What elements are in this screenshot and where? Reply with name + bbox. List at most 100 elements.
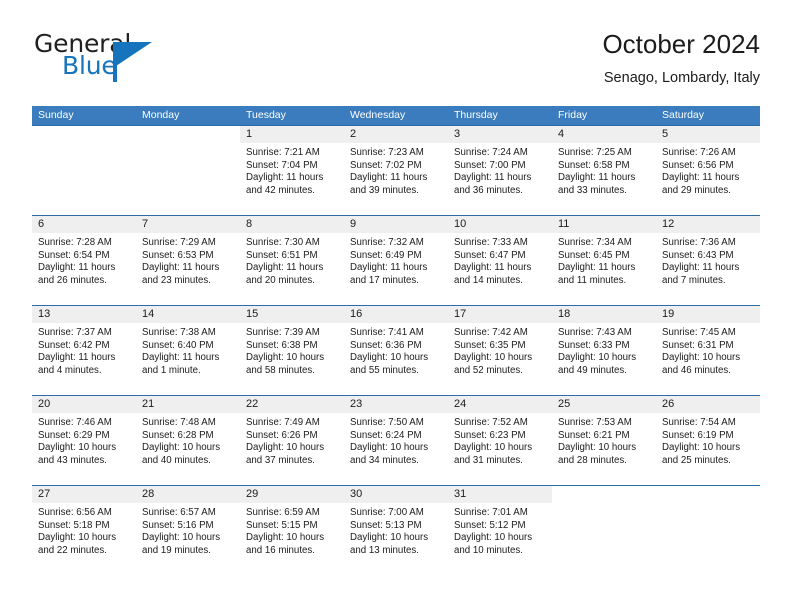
daylight-text-line1: Daylight: 11 hours <box>246 172 324 184</box>
day-details: Sunrise: 7:00 AM Sunset: 5:13 PM Dayligh… <box>344 503 448 557</box>
page-header: General Blue October 2024 Senago, Lombar… <box>32 28 760 96</box>
sunrise-text: Sunrise: 7:29 AM <box>142 237 216 248</box>
daylight-text-line1: Daylight: 11 hours <box>142 262 220 274</box>
day-number-band: 5 <box>656 126 760 143</box>
day-cell[interactable]: 14 Sunrise: 7:38 AM Sunset: 6:40 PM Dayl… <box>136 306 240 395</box>
sunset-text: Sunset: 5:13 PM <box>350 519 422 531</box>
day-cell[interactable]: 25 Sunrise: 7:53 AM Sunset: 6:21 PM Dayl… <box>552 396 656 485</box>
day-number-band <box>656 486 760 503</box>
sunrise-text: Sunrise: 7:46 AM <box>38 417 112 428</box>
day-cell[interactable]: 12 Sunrise: 7:36 AM Sunset: 6:43 PM Dayl… <box>656 216 760 305</box>
sunset-text: Sunset: 6:23 PM <box>454 429 526 441</box>
day-number-band: 25 <box>552 396 656 413</box>
sunset-text: Sunset: 6:58 PM <box>558 159 630 171</box>
sunrise-text: Sunrise: 7:26 AM <box>662 147 736 158</box>
day-cell[interactable]: 10 Sunrise: 7:33 AM Sunset: 6:47 PM Dayl… <box>448 216 552 305</box>
day-number-band: 20 <box>32 396 136 413</box>
day-number: 31 <box>454 488 467 500</box>
day-cell[interactable]: 8 Sunrise: 7:30 AM Sunset: 6:51 PM Dayli… <box>240 216 344 305</box>
day-cell[interactable]: 21 Sunrise: 7:48 AM Sunset: 6:28 PM Dayl… <box>136 396 240 485</box>
day-details: Sunrise: 7:23 AM Sunset: 7:02 PM Dayligh… <box>344 143 448 197</box>
day-cell[interactable]: 16 Sunrise: 7:41 AM Sunset: 6:36 PM Dayl… <box>344 306 448 395</box>
day-details: Sunrise: 7:42 AM Sunset: 6:35 PM Dayligh… <box>448 323 552 377</box>
day-cell[interactable]: 28 Sunrise: 6:57 AM Sunset: 5:16 PM Dayl… <box>136 486 240 575</box>
daylight-text-line1: Daylight: 10 hours <box>662 442 741 454</box>
sunset-text: Sunset: 6:49 PM <box>350 249 422 261</box>
day-number-band: 17 <box>448 306 552 323</box>
daylight-text-line1: Daylight: 10 hours <box>142 442 221 454</box>
day-cell[interactable]: 4 Sunrise: 7:25 AM Sunset: 6:58 PM Dayli… <box>552 126 656 215</box>
daylight-text-line2: and 55 minutes. <box>350 364 419 376</box>
sunrise-text: Sunrise: 7:45 AM <box>662 327 736 338</box>
day-details: Sunrise: 7:52 AM Sunset: 6:23 PM Dayligh… <box>448 413 552 467</box>
day-number: 14 <box>142 308 155 320</box>
day-details: Sunrise: 7:30 AM Sunset: 6:51 PM Dayligh… <box>240 233 344 287</box>
day-cell[interactable]: 24 Sunrise: 7:52 AM Sunset: 6:23 PM Dayl… <box>448 396 552 485</box>
day-cell <box>136 126 240 215</box>
day-number: 25 <box>558 398 571 410</box>
day-number: 30 <box>350 488 363 500</box>
day-cell[interactable]: 17 Sunrise: 7:42 AM Sunset: 6:35 PM Dayl… <box>448 306 552 395</box>
day-details: Sunrise: 7:26 AM Sunset: 6:56 PM Dayligh… <box>656 143 760 197</box>
day-cell[interactable]: 2 Sunrise: 7:23 AM Sunset: 7:02 PM Dayli… <box>344 126 448 215</box>
day-cell[interactable]: 15 Sunrise: 7:39 AM Sunset: 6:38 PM Dayl… <box>240 306 344 395</box>
daylight-text-line1: Daylight: 10 hours <box>246 532 325 544</box>
day-cell[interactable]: 5 Sunrise: 7:26 AM Sunset: 6:56 PM Dayli… <box>656 126 760 215</box>
sunrise-text: Sunrise: 7:54 AM <box>662 417 736 428</box>
day-cell <box>552 486 656 575</box>
daylight-text-line1: Daylight: 10 hours <box>454 352 533 364</box>
day-cell[interactable]: 13 Sunrise: 7:37 AM Sunset: 6:42 PM Dayl… <box>32 306 136 395</box>
day-cell[interactable]: 9 Sunrise: 7:32 AM Sunset: 6:49 PM Dayli… <box>344 216 448 305</box>
sunrise-text: Sunrise: 7:49 AM <box>246 417 320 428</box>
day-cell[interactable]: 31 Sunrise: 7:01 AM Sunset: 5:12 PM Dayl… <box>448 486 552 575</box>
day-cell[interactable]: 6 Sunrise: 7:28 AM Sunset: 6:54 PM Dayli… <box>32 216 136 305</box>
sunset-text: Sunset: 6:24 PM <box>350 429 422 441</box>
day-cell[interactable]: 30 Sunrise: 7:00 AM Sunset: 5:13 PM Dayl… <box>344 486 448 575</box>
day-cell[interactable]: 1 Sunrise: 7:21 AM Sunset: 7:04 PM Dayli… <box>240 126 344 215</box>
day-cell[interactable]: 27 Sunrise: 6:56 AM Sunset: 5:18 PM Dayl… <box>32 486 136 575</box>
day-details: Sunrise: 7:53 AM Sunset: 6:21 PM Dayligh… <box>552 413 656 467</box>
day-cell[interactable]: 26 Sunrise: 7:54 AM Sunset: 6:19 PM Dayl… <box>656 396 760 485</box>
day-details: Sunrise: 7:33 AM Sunset: 6:47 PM Dayligh… <box>448 233 552 287</box>
day-number: 22 <box>246 398 259 410</box>
day-details: Sunrise: 6:57 AM Sunset: 5:16 PM Dayligh… <box>136 503 240 557</box>
daylight-text-line2: and 29 minutes. <box>662 184 731 196</box>
sunset-text: Sunset: 6:19 PM <box>662 429 734 441</box>
day-number-band: 19 <box>656 306 760 323</box>
day-number-band: 23 <box>344 396 448 413</box>
daylight-text-line1: Daylight: 11 hours <box>246 262 324 274</box>
sunrise-text: Sunrise: 7:25 AM <box>558 147 632 158</box>
day-cell[interactable]: 23 Sunrise: 7:50 AM Sunset: 6:24 PM Dayl… <box>344 396 448 485</box>
day-cell[interactable]: 19 Sunrise: 7:45 AM Sunset: 6:31 PM Dayl… <box>656 306 760 395</box>
day-number-band: 11 <box>552 216 656 233</box>
day-cell[interactable]: 7 Sunrise: 7:29 AM Sunset: 6:53 PM Dayli… <box>136 216 240 305</box>
daylight-text-line2: and 25 minutes. <box>662 454 731 466</box>
general-blue-logo[interactable]: General Blue <box>32 28 262 90</box>
day-number: 19 <box>662 308 675 320</box>
day-cell[interactable]: 20 Sunrise: 7:46 AM Sunset: 6:29 PM Dayl… <box>32 396 136 485</box>
page-subtitle: Senago, Lombardy, Italy <box>603 70 760 86</box>
day-details: Sunrise: 7:34 AM Sunset: 6:45 PM Dayligh… <box>552 233 656 287</box>
day-number-band: 8 <box>240 216 344 233</box>
sunrise-text: Sunrise: 7:23 AM <box>350 147 424 158</box>
sunrise-text: Sunrise: 7:38 AM <box>142 327 216 338</box>
sunset-text: Sunset: 6:56 PM <box>662 159 734 171</box>
day-details: Sunrise: 7:48 AM Sunset: 6:28 PM Dayligh… <box>136 413 240 467</box>
daylight-text-line1: Daylight: 11 hours <box>558 172 636 184</box>
day-cell <box>32 126 136 215</box>
day-details <box>136 143 240 147</box>
weekday-friday: Friday <box>558 109 588 121</box>
daylight-text-line2: and 11 minutes. <box>558 274 627 286</box>
week-row: 27 Sunrise: 6:56 AM Sunset: 5:18 PM Dayl… <box>32 485 760 575</box>
day-number-band: 24 <box>448 396 552 413</box>
day-cell[interactable]: 3 Sunrise: 7:24 AM Sunset: 7:00 PM Dayli… <box>448 126 552 215</box>
daylight-text-line1: Daylight: 10 hours <box>142 532 221 544</box>
day-cell[interactable]: 29 Sunrise: 6:59 AM Sunset: 5:15 PM Dayl… <box>240 486 344 575</box>
sunrise-text: Sunrise: 7:34 AM <box>558 237 632 248</box>
day-cell[interactable]: 22 Sunrise: 7:49 AM Sunset: 6:26 PM Dayl… <box>240 396 344 485</box>
sunset-text: Sunset: 6:21 PM <box>558 429 630 441</box>
day-cell[interactable]: 11 Sunrise: 7:34 AM Sunset: 6:45 PM Dayl… <box>552 216 656 305</box>
day-cell[interactable]: 18 Sunrise: 7:43 AM Sunset: 6:33 PM Dayl… <box>552 306 656 395</box>
day-details <box>32 143 136 147</box>
daylight-text-line1: Daylight: 11 hours <box>558 262 636 274</box>
